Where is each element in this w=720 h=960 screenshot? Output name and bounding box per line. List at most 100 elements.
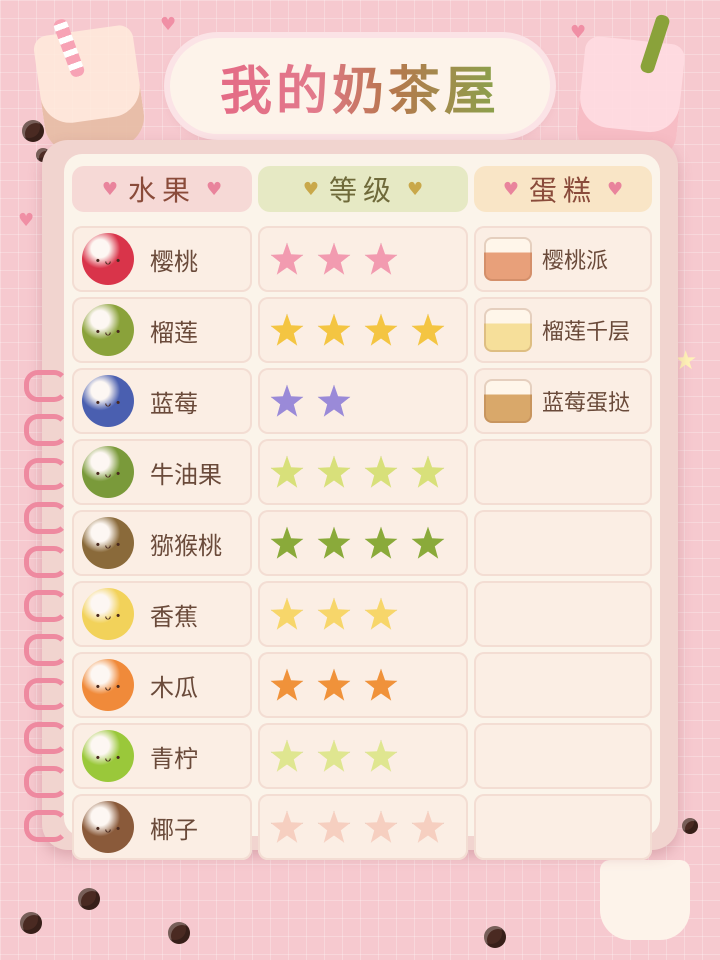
table-row[interactable]: • ᴗ • 猕猴桃 [72,510,652,576]
fruit-name: 香蕉 [150,602,198,631]
binding-ring [24,458,68,490]
binding-ring [24,810,68,842]
level-cell [258,439,468,505]
cute-face-icon: • ᴗ • [94,751,122,765]
fruit-cell[interactable]: • ᴗ • 猕猴桃 [72,510,252,576]
fruit-name: 樱桃 [150,247,198,276]
heart-icon: ♥ [160,14,177,35]
star-icon [270,668,304,701]
cherry-icon: • ᴗ • [82,233,134,285]
pearl-icon [484,926,506,948]
fruit-cell[interactable]: • ᴗ • 榴莲 [72,297,252,363]
fruit-name: 猕猴桃 [150,531,222,560]
fruit-cell[interactable]: • ᴗ • 蓝莓 [72,368,252,434]
star-icon [411,313,445,346]
level-cell [258,297,468,363]
star-icon [364,597,398,630]
cake-cell[interactable]: 蓝莓蛋挞 [474,368,652,434]
notebook: ♥ 水果 ♥ ♥ 等级 ♥ ♥ 蛋糕 ♥ • ᴗ • 樱桃 樱桃派 • ᴗ • 榴莲 榴莲… [24,140,678,860]
table-row[interactable]: • ᴗ • 蓝莓 蓝莓蛋挞 [72,368,652,434]
star-icon [270,313,304,346]
fruit-name: 榴莲 [150,318,198,347]
star-icon [270,455,304,488]
cute-face-icon: • ᴗ • [94,538,122,552]
binding-ring [24,546,68,578]
column-header-level: ♥ 等级 ♥ [258,166,468,212]
fruit-name: 椰子 [150,815,198,844]
table-row[interactable]: • ᴗ • 榴莲 榴莲千层 [72,297,652,363]
star-icon [364,668,398,701]
milk-tea-cup-left-icon [32,23,148,157]
binding-ring [24,722,68,754]
table-row[interactable]: • ᴗ • 青柠 [72,723,652,789]
heart-icon: ♥ [302,178,319,200]
cake-cell [474,723,652,789]
cute-face-icon: • ᴗ • [94,609,122,623]
star-icon [317,313,351,346]
level-cell [258,510,468,576]
star-icon [317,455,351,488]
fruit-cell[interactable]: • ᴗ • 木瓜 [72,652,252,718]
star-icon [270,526,304,559]
table-row[interactable]: • ᴗ • 樱桃 樱桃派 [72,226,652,292]
star-icon [317,739,351,772]
table-row[interactable]: • ᴗ • 木瓜 [72,652,652,718]
binding-ring [24,414,68,446]
fruit-cell[interactable]: • ᴗ • 樱桃 [72,226,252,292]
milk-tea-mug-icon [600,860,690,940]
column-header-fruit-label: 水果 [127,174,196,207]
star-icon [270,597,304,630]
cute-face-icon: • ᴗ • [94,254,122,268]
star-icon [317,668,351,701]
cake-cell[interactable]: 樱桃派 [474,226,652,292]
binding-ring [24,634,68,666]
cake-cell [474,581,652,647]
table-row[interactable]: • ᴗ • 牛油果 [72,439,652,505]
pearl-icon [682,818,698,834]
star-icon [364,455,398,488]
heart-icon: ♥ [570,22,587,43]
binding-ring [24,590,68,622]
binding-ring [24,766,68,798]
cake-cell [474,794,652,860]
cake-name: 樱桃派 [542,249,609,274]
star-icon [411,810,445,843]
table-row[interactable]: • ᴗ • 椰子 [72,794,652,860]
star-icon [364,810,398,843]
level-cell [258,652,468,718]
pearl-icon [20,912,42,934]
binding-ring [24,370,68,402]
column-header-fruit: ♥ 水果 ♥ [72,166,252,212]
star-icon [317,242,351,275]
heart-icon: ♥ [502,178,519,200]
fruit-cell[interactable]: • ᴗ • 牛油果 [72,439,252,505]
cherry-pie-icon [484,237,532,281]
spiral-binding [24,370,94,890]
fruit-name: 蓝莓 [150,389,198,418]
star-icon [317,526,351,559]
star-icon [411,526,445,559]
cake-name: 榴莲千层 [542,320,631,345]
blueberry-tart-icon [484,379,532,423]
cute-face-icon: • ᴗ • [94,396,122,410]
table-row[interactable]: • ᴗ • 香蕉 [72,581,652,647]
star-icon [317,384,351,417]
level-cell [258,723,468,789]
cake-cell [474,439,652,505]
binding-ring [24,502,68,534]
heart-icon: ♥ [18,210,35,231]
fruit-name: 牛油果 [150,460,222,489]
star-icon [317,810,351,843]
fruit-cell[interactable]: • ᴗ • 椰子 [72,794,252,860]
fruit-name: 青柠 [150,744,198,773]
cake-cell [474,510,652,576]
fruit-cell[interactable]: • ᴗ • 青柠 [72,723,252,789]
cute-face-icon: • ᴗ • [94,680,122,694]
cake-cell[interactable]: 榴莲千层 [474,297,652,363]
column-header-cake: ♥ 蛋糕 ♥ [474,166,652,212]
level-cell [258,794,468,860]
star-icon [411,455,445,488]
star-icon [364,313,398,346]
fruit-cell[interactable]: • ᴗ • 香蕉 [72,581,252,647]
durian-cake-icon [484,308,532,352]
